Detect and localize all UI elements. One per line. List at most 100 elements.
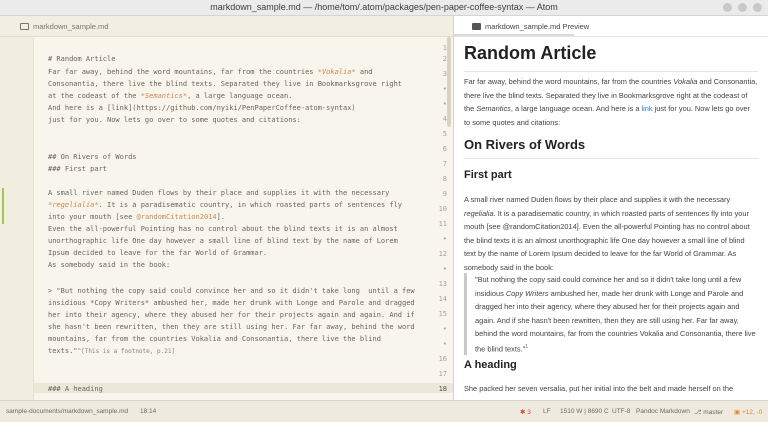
- code-text: at the codeast of the: [48, 92, 141, 100]
- line-number: 10: [438, 205, 447, 213]
- text-italic: regelialia: [464, 208, 494, 218]
- line-number: 13: [438, 280, 447, 288]
- code-emphasis: *regelialia*: [48, 201, 99, 209]
- status-file-path[interactable]: sample-documents/markdown_sample.md: [6, 408, 128, 415]
- status-line-ending[interactable]: LF: [543, 408, 551, 415]
- code-footnote: ^[This is a footnote, p.21]: [77, 348, 176, 355]
- status-encoding[interactable]: UTF-8: [612, 408, 630, 415]
- code-line: And here is a [link](https://github.com/…: [48, 104, 356, 112]
- preview-paragraph: Far far away, behind the word mountains,…: [464, 75, 758, 129]
- line-number: 4: [442, 115, 447, 123]
- code-line: > "But nothing the copy said could convi…: [48, 287, 415, 295]
- window-title: markdown_sample.md — /home/tom/.atom/pac…: [210, 2, 558, 12]
- code-line: Consonantia, there live the blind texts.…: [48, 80, 403, 88]
- line-number: 5: [442, 130, 447, 138]
- editor-tabbar: markdown_sample.md: [0, 16, 453, 37]
- code-line: just for you. Now lets go over to some q…: [48, 116, 301, 124]
- code-line: ### First part: [48, 165, 108, 173]
- maximize-icon[interactable]: [738, 3, 747, 12]
- code-citation: @randomCitation2014: [136, 213, 217, 221]
- line-number: 18: [438, 385, 447, 393]
- code-line: she hasn't been rewritten, then they are…: [48, 323, 415, 331]
- status-git-diff[interactable]: ▣ +12, -0: [734, 408, 762, 416]
- code-line: A small river named Duden flows by their…: [48, 189, 390, 197]
- file-icon: [20, 23, 29, 30]
- git-added-marker: [2, 188, 4, 224]
- code-line: into your mouth [see @randomCitation2014…: [48, 213, 225, 221]
- preview-paragraph: She packed her seven versalia, put her i…: [464, 384, 734, 393]
- markdown-preview-pane[interactable]: Random Article Far far away, behind the …: [454, 37, 768, 400]
- diff-icon: ▣: [734, 409, 742, 416]
- code-line: *regelialia*. It is a paradisematic coun…: [48, 201, 402, 209]
- line-number: •: [442, 325, 447, 333]
- line-number: 12: [438, 250, 447, 258]
- heading-rule: [464, 158, 758, 159]
- code-emphasis: *Vokalia*: [317, 68, 356, 76]
- text: A small river named Duden flows by their…: [464, 195, 731, 204]
- preview-h1: Random Article: [464, 43, 597, 63]
- text: ambushed her, made her drunk with Longe …: [475, 288, 756, 353]
- window-titlebar: markdown_sample.md — /home/tom/.atom/pac…: [0, 0, 768, 16]
- preview-tabbar: markdown_sample.md Preview: [454, 16, 768, 37]
- code-line: As somebody said in the book:: [48, 261, 171, 269]
- editor-scrollbar[interactable]: [447, 37, 451, 127]
- status-errors-count: 3: [527, 409, 531, 416]
- heading-rule: [464, 71, 758, 72]
- line-number: 6: [442, 145, 447, 153]
- tab-label: markdown_sample.md Preview: [485, 22, 590, 31]
- line-number: •: [442, 340, 447, 348]
- status-grammar[interactable]: Pandoc Markdown: [636, 408, 690, 415]
- code-emphasis: *Semantics*: [140, 92, 188, 100]
- text: , a large language ocean. And here is a: [510, 104, 642, 113]
- line-number: 7: [442, 160, 447, 168]
- status-cursor-position[interactable]: 18:14: [140, 408, 156, 415]
- line-number: •: [442, 235, 447, 243]
- preview-paragraph: A small river named Duden flows by their…: [464, 193, 758, 274]
- branch-icon: ⎇: [694, 409, 704, 416]
- line-number: 1: [442, 44, 447, 52]
- line-number: 17: [438, 370, 447, 378]
- code-text: into your mouth [see: [48, 213, 137, 221]
- preview-h3: A heading: [464, 359, 517, 371]
- status-word-count: 1510 W | 8690 C: [560, 408, 609, 415]
- tab-label: markdown_sample.md: [33, 22, 109, 31]
- window-controls: [723, 3, 762, 12]
- code-line: unorthographic life One day however a sm…: [48, 237, 398, 245]
- line-number: 3: [442, 70, 447, 78]
- status-branch[interactable]: ⎇ master: [694, 408, 723, 416]
- line-number: •: [442, 100, 447, 108]
- code-text: and: [355, 68, 373, 76]
- code-text: Far far away, behind the word mountains,…: [48, 68, 318, 76]
- status-errors[interactable]: ✱ 3: [520, 408, 531, 416]
- preview-blockquote: "But nothing the copy said could convinc…: [464, 273, 758, 356]
- code-line: mountains, far from the countries Vokali…: [48, 335, 381, 343]
- line-number: 11: [438, 220, 447, 228]
- status-branch-label: master: [703, 409, 724, 416]
- code-line: Even the all-powerful Pointing has no co…: [48, 225, 398, 233]
- line-number: 16: [438, 355, 447, 363]
- close-icon[interactable]: [753, 3, 762, 12]
- line-number: 14: [438, 295, 447, 303]
- text: Far far away, behind the word mountains,…: [464, 77, 674, 86]
- code-text: . It is a paradisematic country, in whic…: [98, 201, 403, 209]
- code-line: her into their agency, where they abused…: [48, 311, 415, 319]
- text-italic: Semantics: [476, 104, 511, 113]
- tab-markdown-sample[interactable]: markdown_sample.md: [20, 19, 110, 34]
- footnote-ref[interactable]: 1: [525, 344, 528, 350]
- line-number: 8: [442, 175, 447, 183]
- minimize-icon[interactable]: [723, 3, 732, 12]
- text: . It is a paradisematic country, in whic…: [464, 208, 750, 272]
- preview-h2: On Rivers of Words: [464, 137, 586, 152]
- line-number: 15: [438, 310, 447, 318]
- active-tab-indicator: [454, 34, 574, 36]
- preview-icon: [472, 23, 481, 30]
- tab-markdown-preview[interactable]: markdown_sample.md Preview: [472, 19, 589, 34]
- code-line: at the codeast of the *Semantics*, a lar…: [48, 92, 292, 100]
- code-text: texts.": [48, 347, 78, 355]
- text-italic: Vokalia: [673, 77, 698, 86]
- code-line: texts."^[This is a footnote, p.21]: [48, 347, 175, 355]
- text-editor[interactable]: 1 2 3 • • 4 5 6 7 8 9 10 11 • 12 • 13 14…: [0, 37, 453, 400]
- status-bar: sample-documents/markdown_sample.md 18:1…: [0, 400, 768, 422]
- preview-link[interactable]: link: [642, 104, 653, 113]
- line-number: 9: [442, 190, 447, 198]
